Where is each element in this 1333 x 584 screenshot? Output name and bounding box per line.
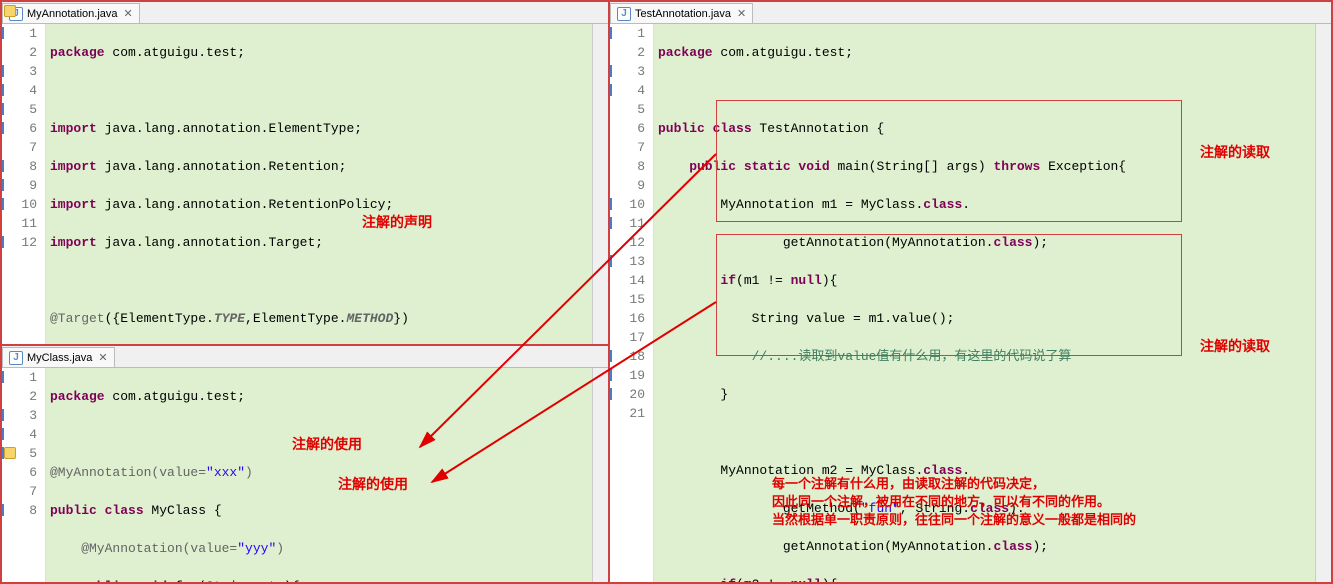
tabbar: J MyClass.java ✕ [2,346,608,368]
tab-label: MyClass.java [27,352,92,364]
tab-myannotation[interactable]: J MyAnnotation.java ✕ [2,3,140,23]
gutter: 12 34 56 78 [2,368,46,582]
java-icon: J [9,351,23,365]
code-area[interactable]: 12 34 56 78 910 1112 package com.atguigu… [2,24,608,344]
tab-testannotation[interactable]: J TestAnnotation.java ✕ [610,3,753,23]
scrollbar-v[interactable] [592,368,608,582]
editor-myclass: J MyClass.java ✕ 12 34 56 78 package com… [2,346,608,582]
editor-myannotation: J MyAnnotation.java ✕ 12 34 56 78 910 11… [2,2,608,346]
tabbar: J MyAnnotation.java ✕ [2,2,608,24]
scrollbar-v[interactable] [1315,24,1331,582]
code-body[interactable]: package com.atguigu.test; @MyAnnotation(… [46,368,592,582]
tab-myclass[interactable]: J MyClass.java ✕ [2,347,115,367]
code-area[interactable]: 12 34 56 78 package com.atguigu.test; @M… [2,368,608,582]
scrollbar-v[interactable] [592,24,608,344]
tabbar: J TestAnnotation.java ✕ [610,2,1331,24]
gutter: 12 34 56 78 910 1112 [2,24,46,344]
bottom-note: 每一个注解有什么用，由读取注解的代码决定， 因此同一个注解，被用在不同的地方，可… [772,475,1136,529]
close-icon[interactable]: ✕ [737,7,746,20]
tab-label: MyAnnotation.java [27,8,118,20]
gutter: 12 34 56 78 910 1112 1314 1516 1718 1920… [610,24,654,582]
close-icon[interactable]: ✕ [124,7,133,20]
tab-label: TestAnnotation.java [635,8,731,20]
close-icon[interactable]: ✕ [98,351,107,364]
code-body[interactable]: package com.atguigu.test; import java.la… [46,24,592,344]
java-icon: J [617,7,631,21]
